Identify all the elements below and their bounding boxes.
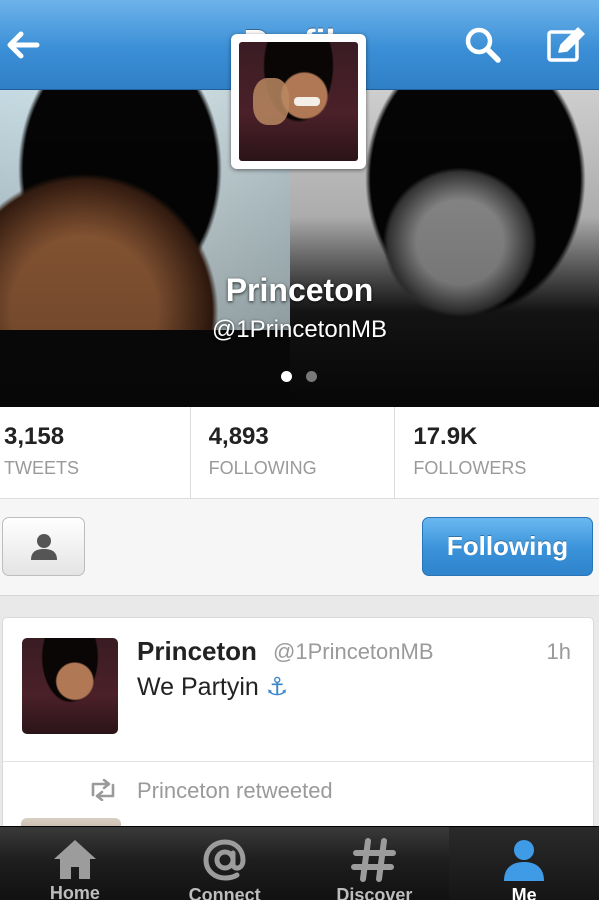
at-icon xyxy=(203,839,246,881)
profile-display-name: Princeton xyxy=(225,272,374,308)
stat-label: TWEETS xyxy=(4,458,79,478)
tweet-text: We Partyin ⚓ xyxy=(137,672,288,702)
page-indicator[interactable] xyxy=(281,371,317,382)
profile-screen: Profile Princeton @1PrincetonMB xyxy=(0,0,599,900)
retweet-label: Princeton retweeted xyxy=(137,778,333,803)
tab-me[interactable]: Me xyxy=(449,827,599,900)
tweet-timestamp: 1h xyxy=(546,639,571,664)
search-icon xyxy=(465,27,501,63)
profile-handle: @1PrincetonMB xyxy=(211,316,388,343)
compose-button[interactable] xyxy=(543,22,589,68)
tweet-text-body: We Partyin xyxy=(137,673,259,701)
stat-label: FOLLOWERS xyxy=(413,458,527,478)
home-icon xyxy=(53,840,96,879)
anchor-emoji: ⚓ xyxy=(265,673,289,701)
tab-label: Discover xyxy=(336,885,413,900)
page-dot-2[interactable] xyxy=(306,371,317,382)
tab-discover[interactable]: Discover xyxy=(300,827,450,900)
tab-home[interactable]: Home xyxy=(0,827,150,900)
stat-label: FOLLOWING xyxy=(208,458,317,478)
stat-value: 17.9K xyxy=(413,423,478,450)
stat-followers[interactable]: 17.9K FOLLOWERS xyxy=(394,407,599,498)
tweet-author-handle: @1PrincetonMB xyxy=(273,639,434,664)
avatar-image xyxy=(239,42,358,161)
tab-label: Connect xyxy=(188,885,261,900)
following-button[interactable]: Following xyxy=(422,517,593,576)
hashtag-icon xyxy=(351,838,397,882)
tab-connect[interactable]: Connect xyxy=(150,827,300,900)
tweet-card[interactable]: Princeton @1PrincetonMB 1h We Partyin ⚓ … xyxy=(2,617,594,848)
tab-label: Me xyxy=(511,885,537,900)
tab-label: Home xyxy=(49,883,100,900)
retweet-icon xyxy=(87,778,119,802)
person-icon xyxy=(504,840,545,881)
page-dot-1[interactable] xyxy=(281,371,292,382)
stat-tweets[interactable]: 3,158 TWEETS xyxy=(0,407,190,498)
compose-icon xyxy=(547,27,585,62)
profile-avatar[interactable] xyxy=(231,34,366,169)
stat-value: 4,893 xyxy=(208,423,269,450)
stat-value: 3,158 xyxy=(4,423,65,450)
action-row: Following xyxy=(0,499,599,596)
tweet-author-name[interactable]: Princeton xyxy=(137,636,257,667)
tweet-avatar[interactable] xyxy=(22,638,118,734)
search-button[interactable] xyxy=(460,22,506,68)
user-actions-button[interactable] xyxy=(2,517,85,576)
stat-following[interactable]: 4,893 FOLLOWING xyxy=(189,407,395,498)
tab-bar: Home Connect Discover Me xyxy=(0,826,599,900)
person-icon xyxy=(30,533,57,560)
stats-row: 3,158 TWEETS 4,893 FOLLOWING 17.9K FOLLO… xyxy=(0,407,599,499)
divider xyxy=(3,761,593,762)
